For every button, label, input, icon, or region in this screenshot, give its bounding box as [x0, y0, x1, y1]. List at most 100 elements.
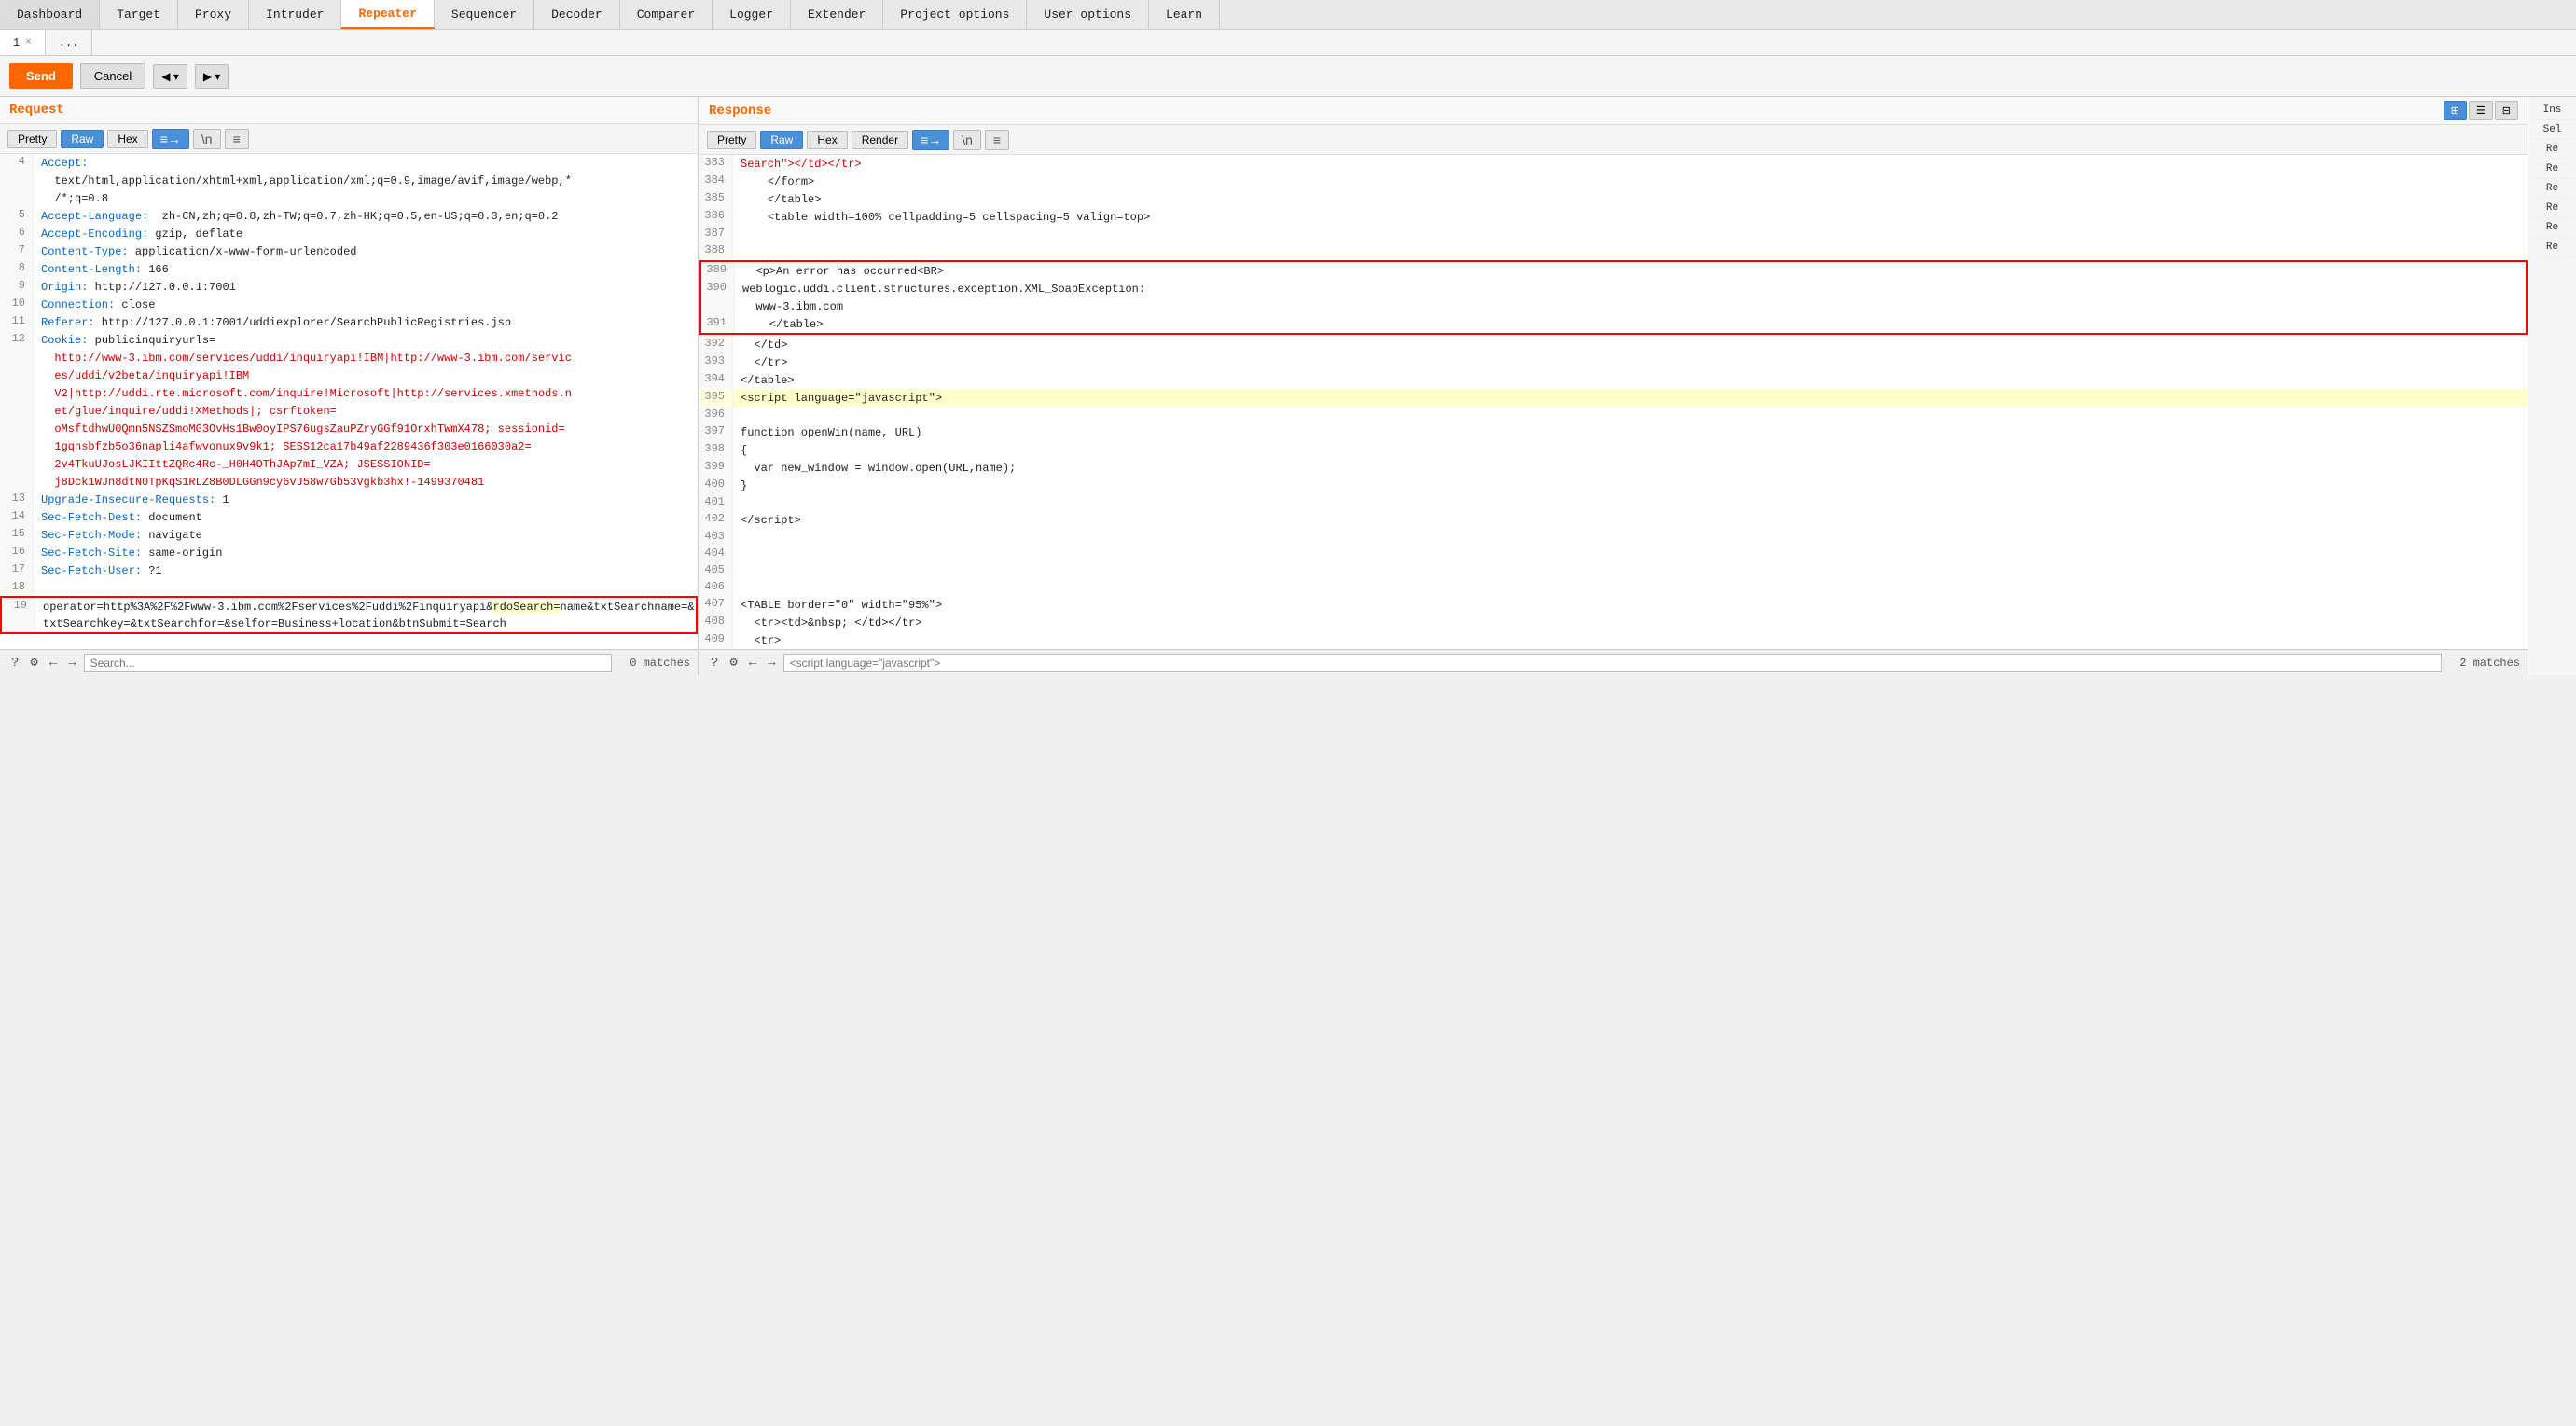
- ins-re-1[interactable]: Re: [2532, 140, 2572, 159]
- request-back-icon[interactable]: ←: [46, 654, 61, 672]
- response-back-icon[interactable]: ←: [745, 654, 760, 672]
- response-line-390a: www-3.ibm.com: [701, 298, 2526, 315]
- response-line-396: 396: [699, 407, 2528, 423]
- request-pretty-btn[interactable]: Pretty: [7, 130, 57, 148]
- request-code-area[interactable]: 4 Accept: text/html,application/xhtml+xm…: [0, 154, 698, 649]
- ins-title: Ins: [2532, 101, 2572, 120]
- response-line-383: 383 Search"></td></tr>: [699, 155, 2528, 173]
- request-raw-btn[interactable]: Raw: [61, 130, 104, 148]
- tab-1-close[interactable]: ×: [25, 37, 32, 48]
- response-settings-icon[interactable]: ⚙: [726, 653, 741, 672]
- response-render-btn[interactable]: Render: [852, 131, 908, 149]
- cancel-button[interactable]: Cancel: [80, 63, 145, 89]
- request-line-12: 12 Cookie: publicinquiryurls=: [0, 331, 698, 349]
- request-line-15: 15 Sec-Fetch-Mode: navigate: [0, 526, 698, 544]
- nav-comparer[interactable]: Comparer: [620, 0, 713, 29]
- nav-extender[interactable]: Extender: [791, 0, 883, 29]
- response-line-392: 392 </td>: [699, 336, 2528, 353]
- response-search-input[interactable]: [783, 654, 2442, 672]
- nav-decoder[interactable]: Decoder: [534, 0, 620, 29]
- response-help-icon[interactable]: ?: [707, 654, 722, 672]
- back-button[interactable]: ◀ ▾: [153, 64, 187, 89]
- request-line-12e: oMsftdhwU0Qmn5NSZSmoMG3OvHs1Bw0oyIPS76ug…: [0, 420, 698, 437]
- view-split-btn[interactable]: ⊞: [2444, 101, 2467, 120]
- request-line-12b: es/uddi/v2beta/inquiryapi!IBM: [0, 367, 698, 384]
- response-line-388: 388: [699, 242, 2528, 259]
- request-panel: Request Pretty Raw Hex ≡→ \n ≡ 4 Accept:…: [0, 97, 699, 675]
- response-line-409: 409 <tr>: [699, 631, 2528, 649]
- request-settings-icon[interactable]: ⚙: [26, 653, 41, 672]
- nav-user-options[interactable]: User options: [1027, 0, 1149, 29]
- request-line-6: 6 Accept-Encoding: gzip, deflate: [0, 225, 698, 242]
- view-rows-btn[interactable]: ☰: [2469, 101, 2493, 120]
- ins-sel[interactable]: Sel: [2532, 120, 2572, 140]
- request-bottom-bar: ? ⚙ ← → 0 matches: [0, 649, 698, 675]
- ins-re-5[interactable]: Re: [2532, 218, 2572, 238]
- view-toggle: ⊞ ☰ ⊟: [2444, 101, 2518, 120]
- response-line-406: 406: [699, 579, 2528, 596]
- request-line-5: 5 Accept-Language: zh-CN,zh;q=0.8,zh-TW;…: [0, 207, 698, 225]
- request-line-12f: 1gqnsbfzb5o36napli4afwvonux9v9k1; SESS12…: [0, 437, 698, 455]
- response-code-area[interactable]: 383 Search"></td></tr> 384 </form> 385 <…: [699, 155, 2528, 649]
- nav-learn[interactable]: Learn: [1149, 0, 1220, 29]
- tab-1[interactable]: 1 ×: [0, 30, 46, 55]
- ins-re-6[interactable]: Re: [2532, 238, 2572, 257]
- nav-repeater[interactable]: Repeater: [341, 0, 434, 29]
- response-line-404: 404: [699, 546, 2528, 562]
- toolbar: Send Cancel ◀ ▾ ▶ ▾: [0, 56, 2576, 97]
- ins-re-4[interactable]: Re: [2532, 199, 2572, 218]
- tab-dots[interactable]: ...: [46, 30, 93, 55]
- nav-target[interactable]: Target: [100, 0, 178, 29]
- response-line-385: 385 </table>: [699, 190, 2528, 208]
- response-matches-count: 2 matches: [2445, 657, 2520, 670]
- nav-sequencer[interactable]: Sequencer: [435, 0, 534, 29]
- nav-intruder[interactable]: Intruder: [249, 0, 341, 29]
- tab-bar: 1 × ...: [0, 30, 2576, 56]
- ins-re-2[interactable]: Re: [2532, 159, 2572, 179]
- request-help-icon[interactable]: ?: [7, 654, 22, 672]
- view-cols-btn[interactable]: ⊟: [2495, 101, 2518, 120]
- request-line-14: 14 Sec-Fetch-Dest: document: [0, 508, 698, 526]
- nav-logger[interactable]: Logger: [713, 0, 791, 29]
- nav-project-options[interactable]: Project options: [883, 0, 1027, 29]
- request-menu-icon[interactable]: ≡: [225, 129, 249, 149]
- forward-button[interactable]: ▶ ▾: [195, 64, 229, 89]
- request-newline-icon[interactable]: \n: [193, 129, 221, 149]
- response-line-389: 389 <p>An error has occurred<BR>: [701, 262, 2526, 280]
- response-line-398: 398 {: [699, 441, 2528, 459]
- response-line-399: 399 var new_window = window.open(URL,nam…: [699, 459, 2528, 477]
- response-newline-icon[interactable]: \n: [953, 130, 981, 150]
- ins-re-3[interactable]: Re: [2532, 179, 2572, 199]
- request-format-icon[interactable]: ≡→: [152, 129, 189, 149]
- response-line-408: 408 <tr><td>&nbsp; </td></tr>: [699, 614, 2528, 631]
- response-menu-icon[interactable]: ≡: [985, 130, 1009, 150]
- response-format-icon[interactable]: ≡→: [912, 130, 949, 150]
- response-line-402: 402 </script>: [699, 511, 2528, 529]
- response-pretty-btn[interactable]: Pretty: [707, 131, 756, 149]
- request-line-9: 9 Origin: http://127.0.0.1:7001: [0, 278, 698, 296]
- request-hex-btn[interactable]: Hex: [107, 130, 147, 148]
- request-forward-icon[interactable]: →: [64, 654, 79, 672]
- response-forward-icon[interactable]: →: [764, 654, 779, 672]
- response-line-393: 393 </tr>: [699, 353, 2528, 371]
- response-line-405: 405: [699, 562, 2528, 579]
- response-toolbar: Pretty Raw Hex Render ≡→ \n ≡: [699, 125, 2528, 155]
- response-line-395: 395 <script language="javascript">: [699, 389, 2528, 407]
- request-line-18: 18: [0, 579, 698, 596]
- nav-dashboard[interactable]: Dashboard: [0, 0, 100, 29]
- nav-proxy[interactable]: Proxy: [178, 0, 249, 29]
- request-line-12c: V2|http://uddi.rte.microsoft.com/inquire…: [0, 384, 698, 402]
- response-line-400: 400 }: [699, 477, 2528, 494]
- response-raw-btn[interactable]: Raw: [760, 131, 803, 149]
- response-hex-btn[interactable]: Hex: [807, 131, 847, 149]
- request-line-12d: et/glue/inquire/uddi!XMethods|; csrftoke…: [0, 402, 698, 420]
- request-line-12h: j8Dck1WJn8dtN0TpKqS1RLZ8B0DLGGn9cy6vJ58w…: [0, 473, 698, 491]
- top-navigation: Dashboard Target Proxy Intruder Repeater…: [0, 0, 2576, 30]
- request-line-12a: http://www-3.ibm.com/services/uddi/inqui…: [0, 349, 698, 367]
- send-button[interactable]: Send: [9, 63, 73, 89]
- response-line-384: 384 </form>: [699, 173, 2528, 190]
- request-line-4: 4 Accept:: [0, 154, 698, 172]
- response-panel: Response ⊞ ☰ ⊟ Pretty Raw Hex Render ≡→ …: [699, 97, 2528, 675]
- request-search-input[interactable]: [84, 654, 612, 672]
- request-line-10: 10 Connection: close: [0, 296, 698, 313]
